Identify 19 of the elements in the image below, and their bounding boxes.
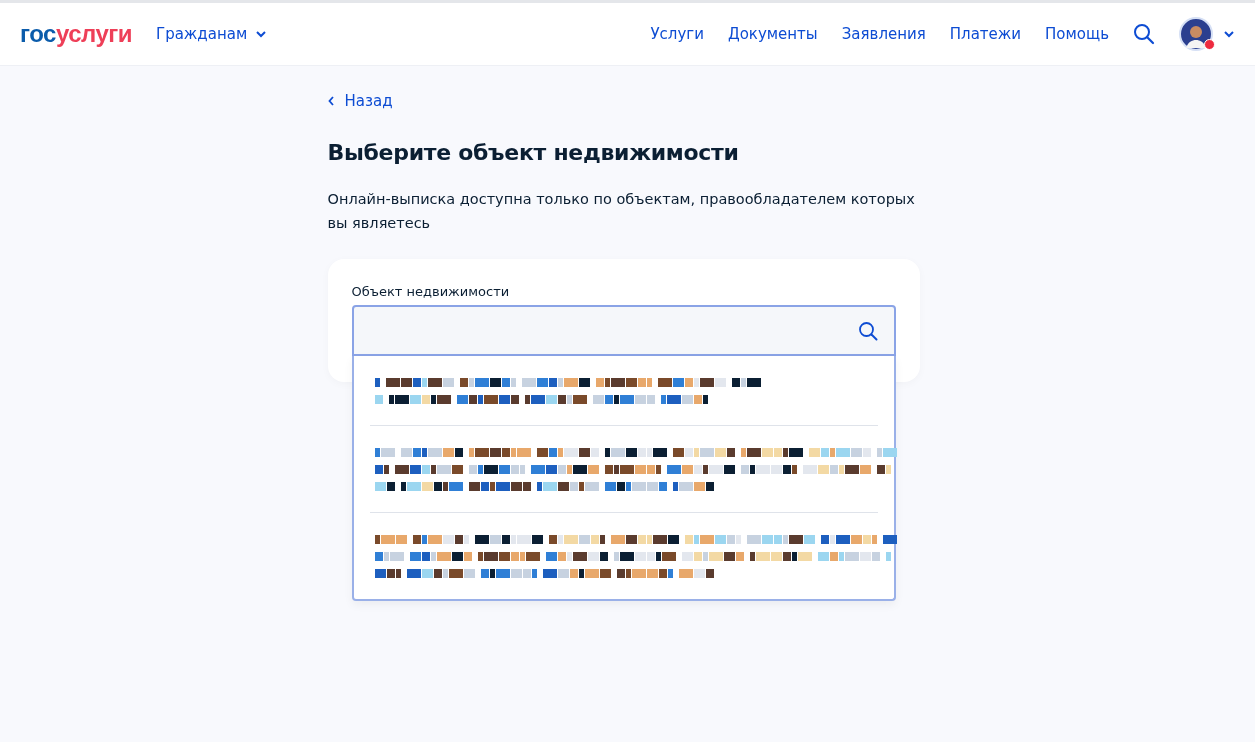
nav-link[interactable]: Услуги	[650, 25, 704, 43]
page-title: Выберите объект недвижимости	[327, 140, 740, 165]
chevron-left-icon	[327, 96, 335, 106]
nav-link[interactable]: Заявления	[841, 25, 926, 43]
search-icon	[857, 320, 878, 341]
audience-menu[interactable]: Гражданам	[156, 25, 268, 43]
back-link[interactable]: Назад	[327, 92, 393, 110]
nav-link[interactable]: Помощь	[1045, 25, 1109, 43]
avatar[interactable]	[1179, 17, 1213, 51]
nav-link[interactable]: Платежи	[949, 25, 1022, 43]
back-label: Назад	[344, 92, 393, 110]
chevron-down-icon	[255, 30, 268, 38]
logo[interactable]: госуслуги	[20, 20, 132, 48]
search-field[interactable]	[351, 305, 896, 356]
description: Онлайн-выписка доступна только по объектам, правообладателем которых вы являетесь	[327, 190, 916, 233]
field-label: Объект недвижимости	[351, 284, 511, 299]
search-icon[interactable]	[1133, 23, 1155, 45]
nav-link[interactable]: Документы	[727, 25, 818, 43]
chevron-down-icon[interactable]	[1223, 30, 1235, 38]
